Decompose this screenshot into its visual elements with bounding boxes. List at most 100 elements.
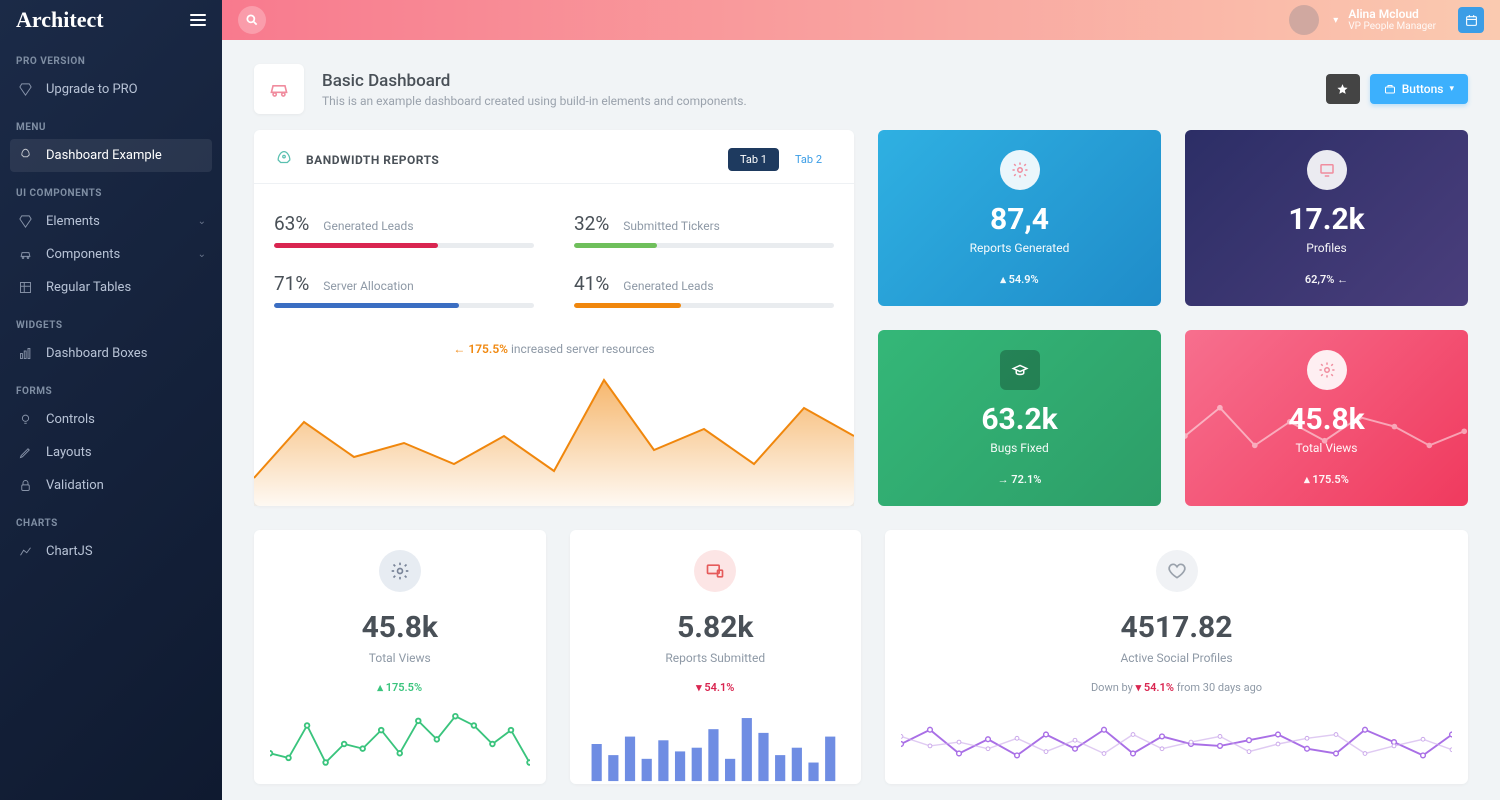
bandwidth-area-chart	[254, 356, 854, 506]
sidebar-item-label: Regular Tables	[46, 280, 131, 295]
buttons-dropdown[interactable]: Buttons ▾	[1370, 74, 1468, 104]
menu-toggle-icon[interactable]	[190, 14, 206, 26]
monitor-icon	[694, 550, 736, 592]
sidebar-item-layouts[interactable]: Layouts	[0, 436, 222, 469]
sidebar-section: MENU	[0, 116, 222, 139]
gear-icon	[379, 550, 421, 592]
tile-reports-generated: 87,4 Reports Generated ▴ 54.9%	[878, 130, 1161, 306]
sidebar-item-regular-tables[interactable]: Regular Tables	[0, 271, 222, 304]
social-note: Down by ▾ 54.1% from 30 days ago	[901, 681, 1452, 694]
tile-label: Profiles	[1199, 241, 1454, 255]
sidebar-section: UI COMPONENTS	[0, 182, 222, 205]
reports-chart	[586, 704, 846, 784]
favorite-button[interactable]	[1326, 74, 1360, 104]
user-name: Alina Mcloud	[1348, 8, 1436, 21]
sidebar-section: PRO VERSION	[0, 50, 222, 73]
heart-icon	[1156, 550, 1198, 592]
sidebar-item-label: ChartJS	[46, 544, 93, 559]
sidebar-item-label: Validation	[46, 478, 104, 493]
gear-icon	[1000, 150, 1040, 190]
gear2-icon	[1307, 350, 1347, 390]
sidebar-item-label: Layouts	[46, 445, 92, 460]
tile-label: Bugs Fixed	[892, 441, 1147, 455]
tile-bugs-fixed: 63.2k Bugs Fixed → 72.1%	[878, 330, 1161, 506]
car-icon	[16, 247, 34, 262]
tile-label: Reports Generated	[892, 241, 1147, 255]
sidebar-item-label: Dashboard Example	[46, 148, 162, 163]
sidebar-item-label: Upgrade to PRO	[46, 82, 138, 97]
page-icon	[254, 64, 304, 114]
tab-tab-1[interactable]: Tab 1	[728, 148, 779, 171]
user-avatar-icon	[1289, 5, 1319, 35]
sidebar: Architect PRO VERSION Upgrade to PRO MEN…	[0, 0, 222, 800]
tile-label: Total Views	[1199, 441, 1454, 455]
sidebar-item-chartjs[interactable]: ChartJS	[0, 535, 222, 568]
sidebar-item-label: Components	[46, 247, 120, 262]
total-views-chart	[270, 704, 530, 784]
tile-delta: → 72.1%	[892, 473, 1147, 486]
social-profiles-card: 4517.82 Active Social Profiles Down by ▾…	[885, 530, 1468, 784]
sidebar-item-components[interactable]: Components ⌄	[0, 238, 222, 271]
tile-value: 63.2k	[892, 402, 1147, 437]
bandwidth-note: increased server resources	[511, 342, 655, 356]
chevron-down-icon: ▾	[1333, 15, 1338, 26]
total-views-delta: ▴ 175.5%	[270, 681, 530, 694]
chart-icon	[16, 346, 34, 361]
pencil-icon	[16, 445, 34, 460]
sidebar-item-label: Dashboard Boxes	[46, 346, 147, 361]
sidebar-section: WIDGETS	[0, 314, 222, 337]
social-chart	[901, 704, 1452, 784]
tile-delta: ▴ 54.9%	[892, 273, 1147, 286]
diamond-icon	[16, 214, 34, 229]
stat-submitted-tickers: 32%Submitted Tickers	[574, 212, 834, 248]
sidebar-item-dashboard-example[interactable]: Dashboard Example	[10, 139, 212, 172]
arrow-left-icon: ← 175.5%	[453, 342, 508, 356]
tile-delta: ▴ 175.5%	[1199, 473, 1454, 486]
reports-submitted-card: 5.82k Reports Submitted ▾ 54.1%	[570, 530, 862, 784]
sidebar-item-label: Controls	[46, 412, 95, 427]
tab-tab-2[interactable]: Tab 2	[783, 148, 834, 171]
sidebar-item-elements[interactable]: Elements ⌄	[0, 205, 222, 238]
stat-generated-leads: 63%Generated Leads	[274, 212, 534, 248]
briefcase-icon	[1384, 83, 1396, 95]
user-menu[interactable]: ▾ Alina Mcloud VP People Manager	[1289, 5, 1436, 35]
page-subtitle: This is an example dashboard created usi…	[322, 94, 747, 108]
table-icon	[16, 280, 34, 295]
calendar-button[interactable]	[1458, 7, 1484, 33]
sidebar-item-validation[interactable]: Validation	[0, 469, 222, 502]
car-icon	[266, 76, 292, 102]
diamond-icon	[16, 82, 34, 97]
user-role: VP People Manager	[1348, 21, 1436, 32]
tile-profiles: 17.2k Profiles 62,7% ←	[1185, 130, 1468, 306]
bulb-icon	[16, 412, 34, 427]
social-label: Active Social Profiles	[901, 651, 1452, 665]
chevron-down-icon: ▾	[1449, 84, 1454, 94]
line-chart-icon	[16, 544, 34, 559]
stat-server-allocation: 71%Server Allocation	[274, 272, 534, 308]
stat-generated-leads: 41%Generated Leads	[574, 272, 834, 308]
reports-value: 5.82k	[586, 610, 846, 645]
reports-label: Reports Submitted	[586, 651, 846, 665]
tile-value: 87,4	[892, 202, 1147, 237]
buttons-label: Buttons	[1402, 82, 1444, 96]
bandwidth-reports-card: BANDWIDTH REPORTS Tab 1Tab 2 63%Generate…	[254, 130, 854, 506]
sidebar-section: CHARTS	[0, 512, 222, 535]
sidebar-item-upgrade-to-pro[interactable]: Upgrade to PRO	[0, 73, 222, 106]
chevron-down-icon: ⌄	[198, 249, 206, 260]
brand-logo: Architect	[16, 7, 104, 33]
page-title: Basic Dashboard	[322, 71, 747, 91]
star-icon	[1336, 83, 1349, 96]
chevron-down-icon: ⌄	[198, 216, 206, 227]
reports-delta: ▾ 54.1%	[586, 681, 846, 694]
bandwidth-title: BANDWIDTH REPORTS	[306, 153, 439, 167]
sidebar-item-controls[interactable]: Controls	[0, 403, 222, 436]
search-icon	[245, 13, 259, 27]
sidebar-item-dashboard-boxes[interactable]: Dashboard Boxes	[0, 337, 222, 370]
sidebar-section: FORMS	[0, 380, 222, 403]
search-button[interactable]	[238, 6, 266, 34]
tile-total-views: 45.8k Total Views ▴ 175.5%	[1185, 330, 1468, 506]
rocket-icon	[16, 148, 34, 163]
rocket-icon	[274, 150, 294, 170]
sidebar-item-label: Elements	[46, 214, 100, 229]
total-views-card: 45.8k Total Views ▴ 175.5%	[254, 530, 546, 784]
